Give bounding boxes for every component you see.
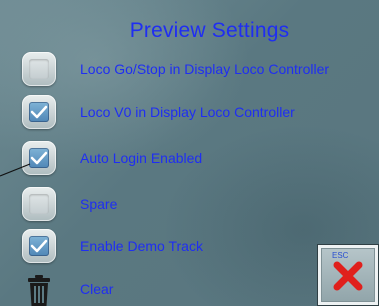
- close-x-icon: [332, 260, 364, 297]
- preview-settings-panel: Preview Settings Loco Go/Stop in Display…: [0, 0, 379, 306]
- esc-label: ESC: [332, 251, 349, 260]
- esc-button[interactable]: ESC: [317, 244, 379, 306]
